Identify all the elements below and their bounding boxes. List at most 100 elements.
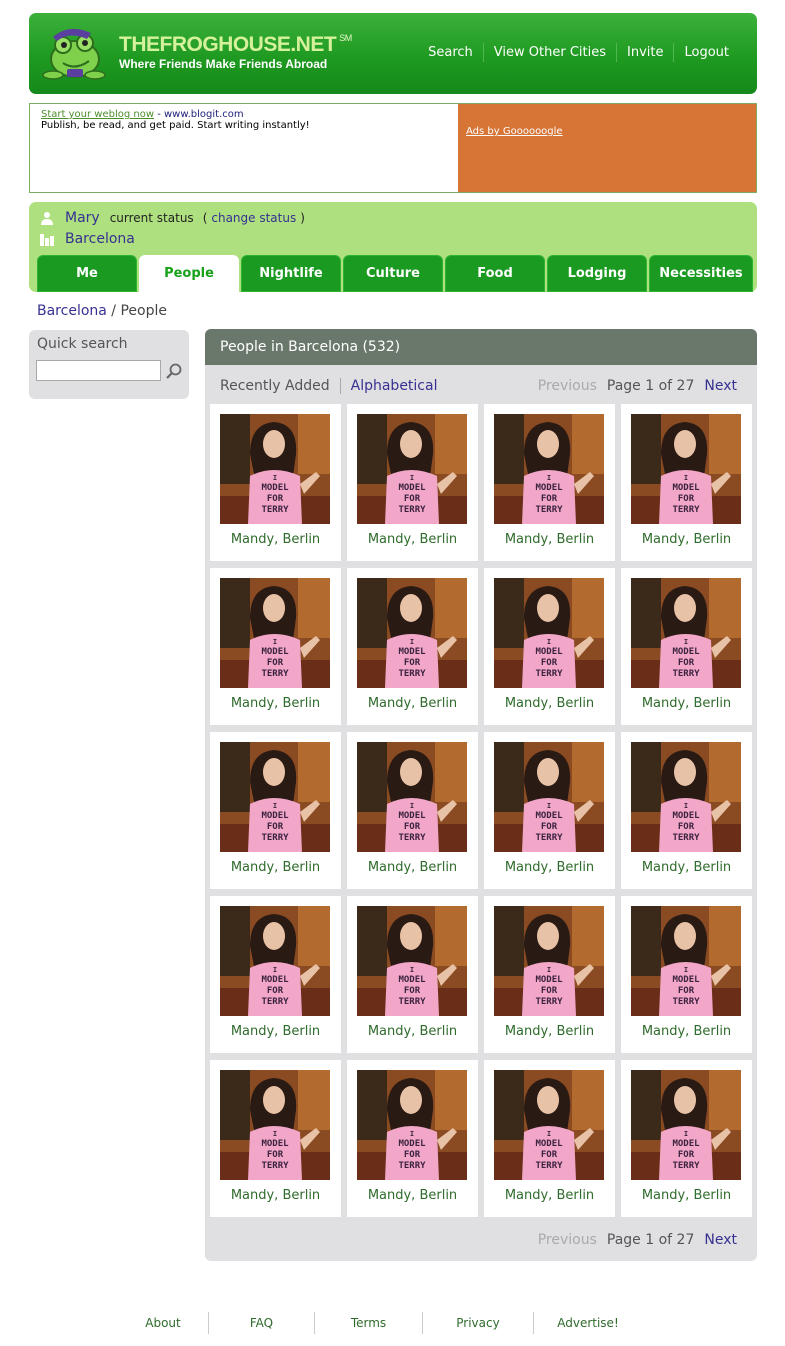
shirt-text: TERRY bbox=[261, 669, 289, 679]
person-card[interactable]: I MODEL FOR TERRY Mandy, Berlin bbox=[484, 568, 615, 725]
person-name-link[interactable]: Mandy, Berlin bbox=[210, 696, 341, 711]
person-name-link[interactable]: Mandy, Berlin bbox=[347, 860, 478, 875]
person-photo[interactable]: IMODELFORTERRY bbox=[494, 578, 604, 688]
ads-by-google-link[interactable]: Ads by Goooooogle bbox=[466, 126, 563, 137]
frog-logo-icon[interactable] bbox=[39, 25, 109, 83]
shirt-text: FOR bbox=[404, 494, 421, 504]
person-photo[interactable]: IMODELFORTERRY bbox=[494, 414, 604, 524]
person-card[interactable]: I MODEL FOR TERRY Mandy, Berlin bbox=[210, 896, 341, 1053]
person-photo[interactable]: IMODELFORTERRY bbox=[494, 1070, 604, 1180]
person-photo[interactable]: IMODELFORTERRY bbox=[220, 906, 330, 1016]
footer-about[interactable]: About bbox=[118, 1312, 208, 1334]
person-card[interactable]: I MODEL FOR TERRY Mandy, Berlin bbox=[210, 1060, 341, 1217]
pager-previous[interactable]: Previous bbox=[538, 1232, 597, 1248]
logo-text[interactable]: THEFROGHOUSE.NET SM Where Friends Make Fr… bbox=[119, 33, 352, 71]
user-name-link[interactable]: Mary bbox=[65, 210, 100, 226]
person-card[interactable]: I MODEL FOR TERRY Mandy, Berlin bbox=[484, 732, 615, 889]
person-card[interactable]: I MODEL FOR TERRY Mandy, Berlin bbox=[484, 404, 615, 561]
sort-recently-added[interactable]: Recently Added bbox=[220, 378, 341, 394]
person-photo[interactable]: IMODELFORTERRY bbox=[631, 906, 741, 1016]
ad-text-area: Start your weblog now - www.blogit.com P… bbox=[30, 104, 458, 192]
person-card[interactable]: I MODEL FOR TERRY Mandy, Berlin bbox=[621, 896, 752, 1053]
person-name-link[interactable]: Mandy, Berlin bbox=[210, 1024, 341, 1039]
person-card[interactable]: I MODEL FOR TERRY Mandy, Berlin bbox=[210, 404, 341, 561]
shirt-text: MODEL bbox=[535, 975, 563, 985]
nav-invite[interactable]: Invite bbox=[616, 43, 673, 62]
person-photo[interactable]: IMODELFORTERRY bbox=[494, 742, 604, 852]
shirt-text: MODEL bbox=[261, 647, 289, 657]
person-card[interactable]: I MODEL FOR TERRY Mandy, Berlin bbox=[347, 568, 478, 725]
person-name-link[interactable]: Mandy, Berlin bbox=[210, 1188, 341, 1203]
search-icon[interactable] bbox=[165, 362, 183, 380]
person-card[interactable]: I MODEL FOR TERRY Mandy, Berlin bbox=[347, 732, 478, 889]
footer-advertise[interactable]: Advertise! bbox=[534, 1312, 642, 1334]
shirt-text: I bbox=[547, 966, 551, 974]
shirt-text: MODEL bbox=[398, 1139, 426, 1149]
person-card[interactable]: I MODEL FOR TERRY Mandy, Berlin bbox=[210, 732, 341, 889]
sort-alphabetical[interactable]: Alphabetical bbox=[341, 378, 438, 394]
pager-previous[interactable]: Previous bbox=[538, 378, 597, 394]
person-name-link[interactable]: Mandy, Berlin bbox=[621, 696, 752, 711]
person-name-link[interactable]: Mandy, Berlin bbox=[484, 532, 615, 547]
person-photo[interactable]: IMODELFORTERRY bbox=[631, 578, 741, 688]
pager-next[interactable]: Next bbox=[704, 378, 737, 394]
person-photo[interactable]: IMODELFORTERRY bbox=[631, 1070, 741, 1180]
nav-view-other-cities[interactable]: View Other Cities bbox=[482, 43, 616, 62]
person-card[interactable]: I MODEL FOR TERRY Mandy, Berlin bbox=[484, 1060, 615, 1217]
change-status-link[interactable]: change status bbox=[211, 211, 296, 225]
tab-me[interactable]: Me bbox=[37, 255, 137, 292]
tab-necessities[interactable]: Necessities bbox=[649, 255, 753, 292]
tab-culture[interactable]: Culture bbox=[343, 255, 443, 292]
person-name-link[interactable]: Mandy, Berlin bbox=[484, 860, 615, 875]
person-name-link[interactable]: Mandy, Berlin bbox=[484, 1188, 615, 1203]
person-name-link[interactable]: Mandy, Berlin bbox=[484, 1024, 615, 1039]
person-name-link[interactable]: Mandy, Berlin bbox=[347, 532, 478, 547]
person-photo[interactable]: IMODELFORTERRY bbox=[631, 742, 741, 852]
person-photo[interactable]: IMODELFORTERRY bbox=[220, 414, 330, 524]
nav-logout[interactable]: Logout bbox=[673, 43, 739, 62]
person-card[interactable]: I MODEL FOR TERRY Mandy, Berlin bbox=[210, 568, 341, 725]
tab-people[interactable]: People bbox=[139, 255, 239, 292]
person-photo[interactable]: IMODELFORTERRY bbox=[357, 414, 467, 524]
person-photo[interactable]: IMODELFORTERRY bbox=[357, 1070, 467, 1180]
person-name-link[interactable]: Mandy, Berlin bbox=[210, 532, 341, 547]
person-name-link[interactable]: Mandy, Berlin bbox=[621, 532, 752, 547]
footer-faq[interactable]: FAQ bbox=[209, 1312, 314, 1334]
person-photo[interactable]: IMODELFORTERRY bbox=[220, 1070, 330, 1180]
person-name-link[interactable]: Mandy, Berlin bbox=[347, 1024, 478, 1039]
person-photo[interactable]: IMODELFORTERRY bbox=[631, 414, 741, 524]
person-card[interactable]: I MODEL FOR TERRY Mandy, Berlin bbox=[347, 404, 478, 561]
person-card[interactable]: I MODEL FOR TERRY Mandy, Berlin bbox=[621, 732, 752, 889]
person-card[interactable]: I MODEL FOR TERRY Mandy, Berlin bbox=[621, 404, 752, 561]
tab-food[interactable]: Food bbox=[445, 255, 545, 292]
person-card[interactable]: I MODEL FOR TERRY Mandy, Berlin bbox=[347, 1060, 478, 1217]
ad-link[interactable]: Start your weblog now bbox=[41, 109, 154, 120]
tab-nightlife[interactable]: Nightlife bbox=[241, 255, 341, 292]
person-photo[interactable]: IMODELFORTERRY bbox=[220, 578, 330, 688]
current-city-link[interactable]: Barcelona bbox=[65, 231, 135, 247]
person-card[interactable]: I MODEL FOR TERRY Mandy, Berlin bbox=[621, 1060, 752, 1217]
footer-terms[interactable]: Terms bbox=[315, 1312, 422, 1334]
person-photo[interactable]: IMODELFORTERRY bbox=[494, 906, 604, 1016]
person-name-link[interactable]: Mandy, Berlin bbox=[347, 696, 478, 711]
person-name-link[interactable]: Mandy, Berlin bbox=[210, 860, 341, 875]
person-name-link[interactable]: Mandy, Berlin bbox=[621, 1188, 752, 1203]
person-card[interactable]: I MODEL FOR TERRY Mandy, Berlin bbox=[621, 568, 752, 725]
nav-search[interactable]: Search bbox=[418, 43, 483, 62]
person-card[interactable]: I MODEL FOR TERRY Mandy, Berlin bbox=[347, 896, 478, 1053]
footer-privacy[interactable]: Privacy bbox=[423, 1312, 533, 1334]
person-photo[interactable]: IMODELFORTERRY bbox=[220, 742, 330, 852]
person-name-link[interactable]: Mandy, Berlin bbox=[621, 860, 752, 875]
person-card[interactable]: I MODEL FOR TERRY Mandy, Berlin bbox=[484, 896, 615, 1053]
person-name-link[interactable]: Mandy, Berlin bbox=[484, 696, 615, 711]
pager-next[interactable]: Next bbox=[704, 1232, 737, 1248]
breadcrumb-city[interactable]: Barcelona bbox=[37, 303, 107, 319]
person-photo[interactable]: IMODELFORTERRY bbox=[357, 742, 467, 852]
person-photo[interactable]: IMODELFORTERRY bbox=[357, 906, 467, 1016]
person-name-link[interactable]: Mandy, Berlin bbox=[621, 1024, 752, 1039]
quick-search-input[interactable] bbox=[36, 360, 161, 381]
tab-lodging[interactable]: Lodging bbox=[547, 255, 647, 292]
breadcrumb: Barcelona / People bbox=[37, 303, 167, 319]
person-photo[interactable]: IMODELFORTERRY bbox=[357, 578, 467, 688]
person-name-link[interactable]: Mandy, Berlin bbox=[347, 1188, 478, 1203]
